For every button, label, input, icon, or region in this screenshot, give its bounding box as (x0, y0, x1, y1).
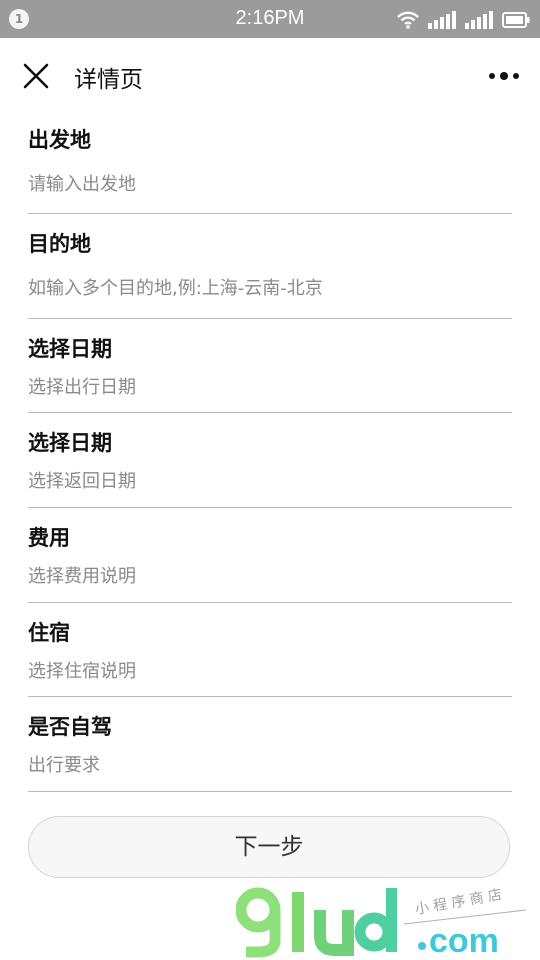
field-cost: 费用 选择费用说明 (28, 508, 512, 603)
more-dot (500, 72, 508, 80)
status-bar: 1 2:16PM (0, 0, 540, 38)
svg-text:小 程 序 商 店: 小 程 序 商 店 (414, 887, 503, 918)
field-label: 选择日期 (28, 431, 112, 455)
cost-picker[interactable]: 选择费用说明 (28, 562, 512, 588)
field-label: 住宿 (28, 621, 70, 645)
lodging-picker[interactable]: 选择住宿说明 (28, 657, 512, 683)
wifi-icon (397, 11, 419, 29)
more-dot (513, 73, 519, 79)
more-dot (489, 73, 495, 79)
field-departure: 出发地 请输入出发地 (28, 114, 512, 214)
close-button[interactable] (18, 58, 54, 94)
travel-requirements-input[interactable]: 出行要求 (28, 751, 512, 777)
field-label: 选择日期 (28, 337, 112, 361)
more-button[interactable] (486, 62, 522, 90)
start-date-picker[interactable]: 选择出行日期 (28, 373, 512, 399)
field-label: 出发地 (28, 128, 91, 152)
field-destination: 目的地 如输入多个目的地,例:上海-云南-北京 (28, 214, 512, 319)
next-step-button[interactable]: 下一步 (28, 816, 510, 878)
field-return-date: 选择日期 选择返回日期 (28, 413, 512, 508)
field-label: 目的地 (28, 232, 91, 256)
signal-icon (465, 11, 493, 29)
signal-icon (428, 11, 456, 29)
svg-text:com: com (429, 922, 499, 958)
field-label: 费用 (28, 526, 70, 550)
nav-bar: 详情页 (0, 38, 540, 114)
field-start-date: 选择日期 选择出行日期 (28, 319, 512, 413)
field-lodging: 住宿 选择住宿说明 (28, 603, 512, 697)
return-date-picker[interactable]: 选择返回日期 (28, 467, 512, 493)
watermark-logo: com 小 程 序 商 店 (236, 887, 527, 958)
page-title: 详情页 (74, 67, 143, 93)
departure-input[interactable]: 请输入出发地 (28, 170, 512, 196)
battery-icon (502, 12, 530, 28)
field-label: 是否自驾 (28, 715, 112, 739)
field-self-drive: 是否自驾 出行要求 (28, 697, 512, 792)
status-icons (397, 9, 530, 29)
close-icon (23, 63, 49, 89)
destination-input[interactable]: 如输入多个目的地,例:上海-云南-北京 (28, 274, 512, 300)
